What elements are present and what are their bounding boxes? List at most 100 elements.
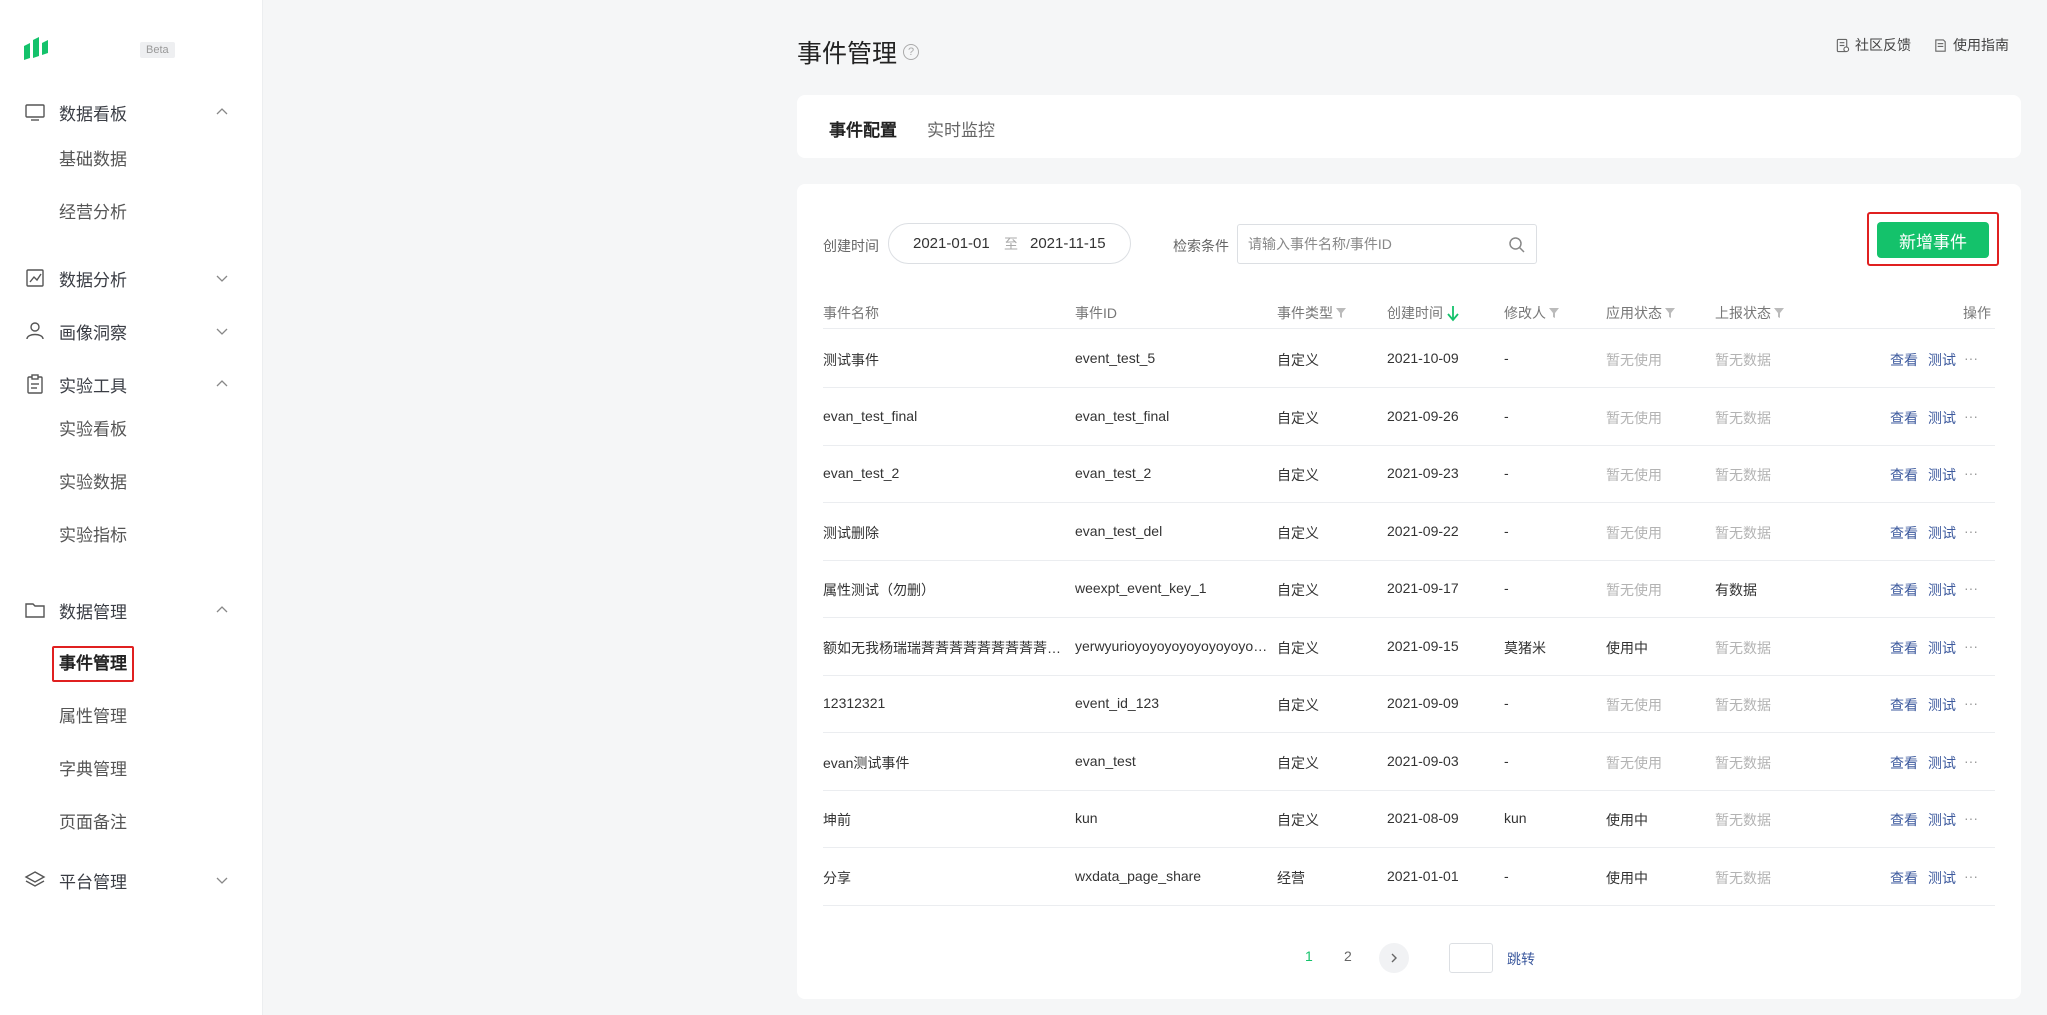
more-icon[interactable]: ···	[1964, 638, 1978, 654]
feedback-icon	[1836, 38, 1850, 52]
date-end[interactable]: 2021-11-15	[1030, 235, 1106, 252]
date-range-picker[interactable]: 2021-01-01 至 2021-11-15	[888, 223, 1131, 264]
report-status-cell: 暂无数据	[1715, 352, 1771, 368]
search-icon[interactable]	[1508, 236, 1526, 254]
col-app-status[interactable]: 应用状态	[1606, 303, 1675, 323]
sidebar-group-3[interactable]: 实验工具	[0, 364, 263, 404]
col-modifier[interactable]: 修改人	[1504, 303, 1559, 323]
chevron-up-icon[interactable]	[214, 602, 230, 618]
test-link[interactable]: 测试	[1928, 580, 1956, 600]
col-event-name: 事件名称	[823, 305, 879, 321]
sidebar-group-label: 数据管理	[59, 602, 127, 622]
test-link[interactable]: 测试	[1928, 753, 1956, 773]
page-jump-input[interactable]	[1449, 943, 1493, 973]
sidebar-item-3-0[interactable]: 实验看板	[59, 418, 127, 442]
chevron-up-icon[interactable]	[214, 104, 230, 120]
sidebar-item-3-2[interactable]: 实验指标	[59, 524, 127, 548]
filter-icon[interactable]	[1549, 308, 1559, 318]
add-event-button[interactable]: 新增事件	[1877, 222, 1989, 258]
view-link[interactable]: 查看	[1890, 408, 1918, 428]
view-link[interactable]: 查看	[1890, 753, 1918, 773]
table-row: 分享 wxdata_page_share 经营 2021-01-01 - 使用中…	[823, 848, 1995, 906]
report-status-cell: 暂无数据	[1715, 870, 1771, 886]
view-link[interactable]: 查看	[1890, 638, 1918, 658]
chevron-down-icon[interactable]	[214, 270, 230, 286]
view-link[interactable]: 查看	[1890, 465, 1918, 485]
view-link[interactable]: 查看	[1890, 810, 1918, 830]
test-link[interactable]: 测试	[1928, 810, 1956, 830]
test-link[interactable]: 测试	[1928, 695, 1956, 715]
filter-icon[interactable]	[1665, 308, 1675, 318]
sidebar-group-label: 数据看板	[59, 104, 127, 124]
sort-desc-icon[interactable]	[1446, 304, 1460, 322]
more-icon[interactable]: ···	[1964, 868, 1978, 884]
date-start[interactable]: 2021-01-01	[913, 235, 990, 252]
sidebar-group-2[interactable]: 画像洞察	[0, 311, 263, 351]
view-link[interactable]: 查看	[1890, 868, 1918, 888]
sidebar-item-4-1[interactable]: 属性管理	[59, 705, 127, 729]
next-page-button[interactable]	[1379, 943, 1409, 973]
more-icon[interactable]: ···	[1964, 753, 1978, 769]
more-icon[interactable]: ···	[1964, 695, 1978, 711]
folder-icon	[25, 603, 45, 618]
filter-icon[interactable]	[1774, 308, 1784, 318]
report-status-cell: 暂无数据	[1715, 525, 1771, 541]
sidebar-group-5[interactable]: 平台管理	[0, 860, 263, 900]
test-link[interactable]: 测试	[1928, 868, 1956, 888]
sidebar-group-4[interactable]: 数据管理	[0, 590, 263, 630]
tab-realtime-monitor[interactable]: 实时监控	[927, 116, 995, 141]
app-status-cell: 使用中	[1606, 812, 1648, 828]
community-feedback-link[interactable]: 社区反馈	[1835, 35, 1911, 55]
test-link[interactable]: 测试	[1928, 465, 1956, 485]
test-link[interactable]: 测试	[1928, 638, 1956, 658]
created-time-cell: 2021-01-01	[1387, 868, 1459, 884]
help-icon[interactable]: ?	[903, 44, 919, 60]
sidebar-item-0-0[interactable]: 基础数据	[59, 148, 127, 172]
search-input[interactable]	[1248, 233, 1498, 255]
more-icon[interactable]: ···	[1964, 580, 1978, 596]
view-link[interactable]: 查看	[1890, 695, 1918, 715]
more-icon[interactable]: ···	[1964, 465, 1978, 481]
table-row: 坤前 kun 自定义 2021-08-09 kun 使用中 暂无数据 查看 测试…	[823, 790, 1995, 848]
tab-event-config[interactable]: 事件配置	[829, 116, 897, 141]
beta-badge: Beta	[140, 42, 175, 58]
pagination: 1 2 跳转	[797, 943, 2021, 973]
event-name-cell: evan_test_2	[823, 465, 900, 481]
event-type-cell: 自定义	[1277, 467, 1319, 483]
active-item-highlight	[52, 646, 134, 682]
sidebar-item-4-2[interactable]: 字典管理	[59, 758, 127, 782]
user-guide-link[interactable]: 使用指南	[1933, 35, 2009, 55]
more-icon[interactable]: ···	[1964, 523, 1978, 539]
event-type-cell: 自定义	[1277, 352, 1319, 368]
chevron-up-icon[interactable]	[214, 376, 230, 392]
filter-icon[interactable]	[1336, 308, 1346, 318]
page-1[interactable]: 1	[1305, 948, 1313, 964]
view-link[interactable]: 查看	[1890, 523, 1918, 543]
col-event-type[interactable]: 事件类型	[1277, 303, 1346, 323]
more-icon[interactable]: ···	[1964, 350, 1978, 366]
sidebar-group-0[interactable]: 数据看板	[0, 92, 263, 132]
more-icon[interactable]: ···	[1964, 408, 1978, 424]
more-icon[interactable]: ···	[1964, 810, 1978, 826]
chevron-down-icon[interactable]	[214, 323, 230, 339]
event-name-cell: 坤前	[823, 812, 851, 828]
sidebar-item-4-3[interactable]: 页面备注	[59, 811, 127, 835]
sidebar-group-1[interactable]: 数据分析	[0, 258, 263, 298]
view-link[interactable]: 查看	[1890, 350, 1918, 370]
event-id-cell: evan_test	[1075, 753, 1136, 769]
test-link[interactable]: 测试	[1928, 350, 1956, 370]
view-link[interactable]: 查看	[1890, 580, 1918, 600]
sidebar-group-label: 数据分析	[59, 270, 127, 290]
test-link[interactable]: 测试	[1928, 523, 1956, 543]
col-created-time[interactable]: 创建时间	[1387, 303, 1460, 323]
sidebar-item-0-1[interactable]: 经营分析	[59, 201, 127, 225]
page-2[interactable]: 2	[1344, 948, 1352, 964]
table-row: evan_test_2 evan_test_2 自定义 2021-09-23 -…	[823, 445, 1995, 503]
col-report-status[interactable]: 上报状态	[1715, 303, 1784, 323]
event-name-cell: evan_test_final	[823, 408, 918, 424]
page-jump-button[interactable]: 跳转	[1507, 949, 1535, 969]
chevron-down-icon[interactable]	[214, 872, 230, 888]
report-status-cell: 暂无数据	[1715, 812, 1771, 828]
test-link[interactable]: 测试	[1928, 408, 1956, 428]
sidebar-item-3-1[interactable]: 实验数据	[59, 471, 127, 495]
